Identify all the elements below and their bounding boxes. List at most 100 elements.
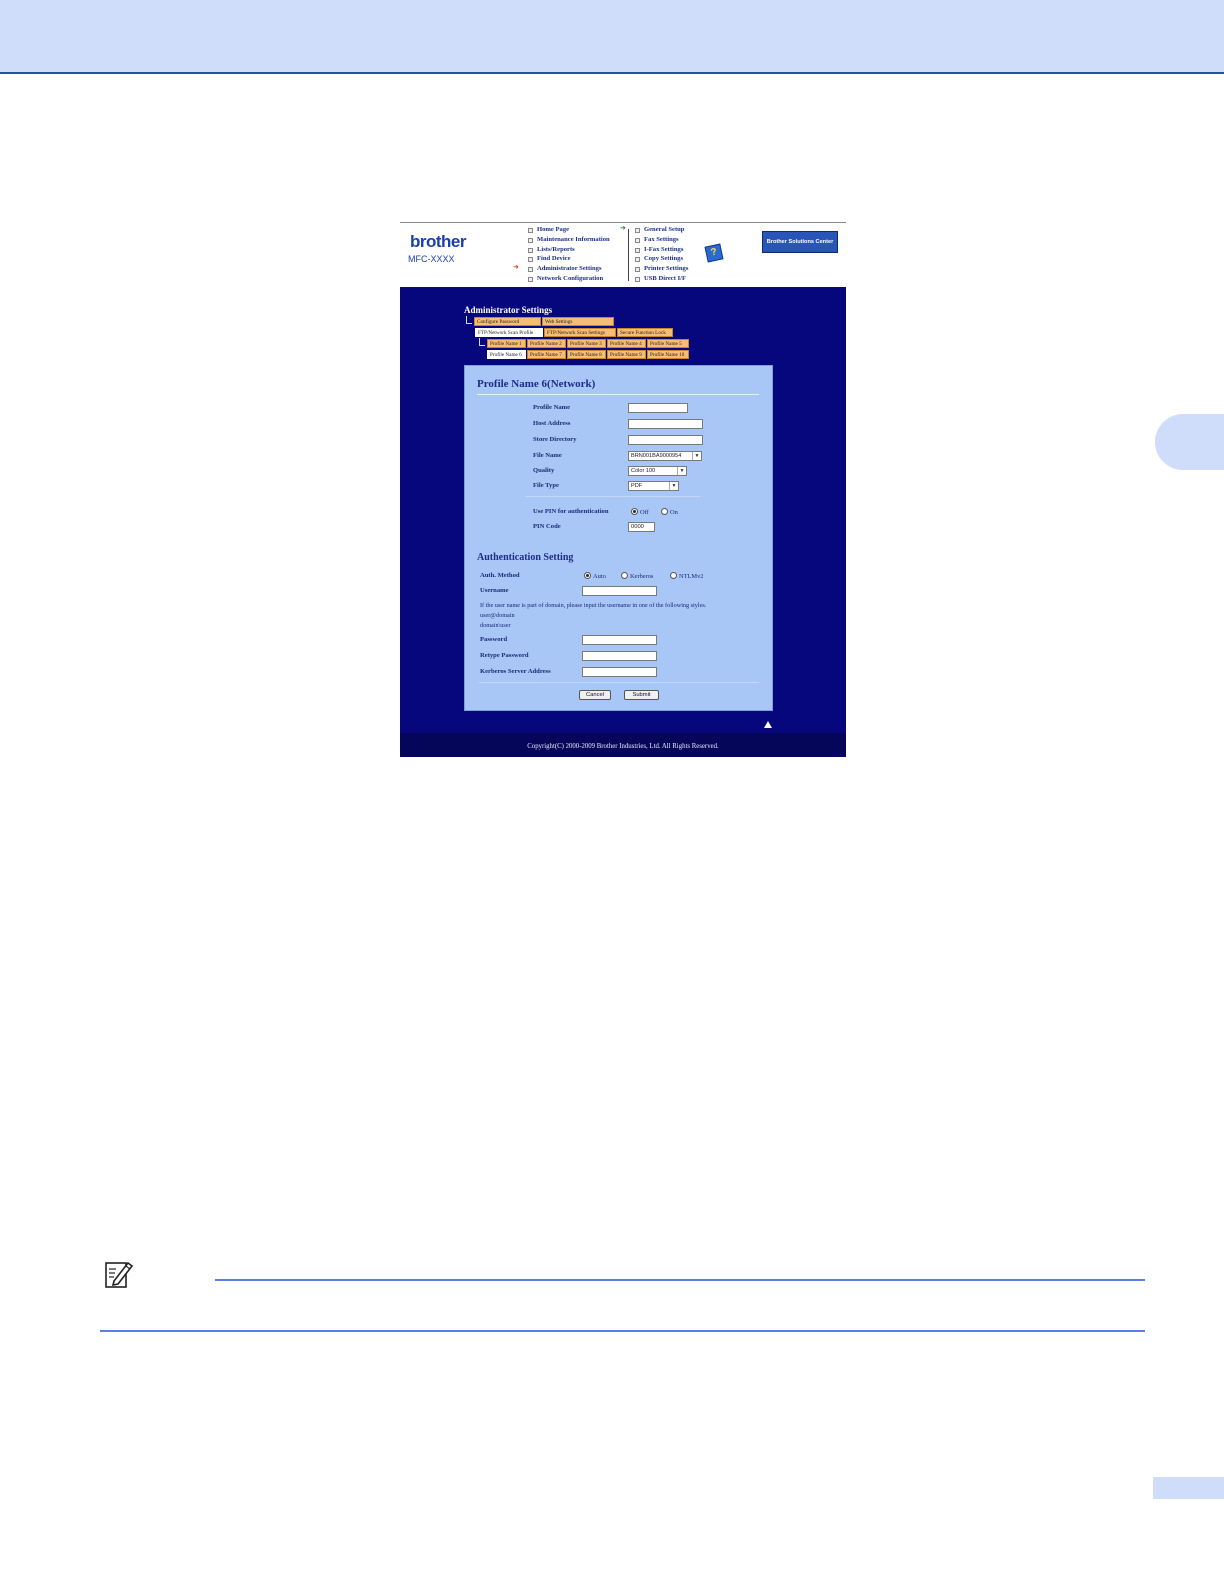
admin-settings-title: Administrator Settings <box>464 305 553 315</box>
nav-lists-reports[interactable]: Lists/Reports <box>528 245 610 255</box>
tab-profile-6[interactable]: Profile Name 6 <box>487 350 526 359</box>
button-divider <box>479 682 759 683</box>
footer: Copyright(C) 2000-2009 Brother Industrie… <box>400 733 846 757</box>
file-name-label: File Name <box>533 452 562 459</box>
solutions-center-button[interactable]: Brother Solutions Center <box>762 231 838 253</box>
store-directory-input[interactable] <box>628 435 703 445</box>
nav-fax-settings[interactable]: Fax Settings <box>635 235 688 245</box>
auth-kerberos-label: Kerberos <box>630 573 654 580</box>
auth-ntlm-radio[interactable]: NTLMv2 <box>670 572 704 580</box>
nav-ifax-settings[interactable]: I-Fax Settings <box>635 245 688 255</box>
password-input[interactable] <box>582 635 657 645</box>
quality-select[interactable]: Color 100 ▼ <box>628 466 687 476</box>
tab-secure-function-lock[interactable]: Secure Function Lock <box>617 328 673 337</box>
auth-kerberos-radio[interactable]: Kerberos <box>621 572 653 580</box>
file-type-label: File Type <box>533 482 559 489</box>
note-bottom-rule <box>100 1330 1145 1332</box>
profile-name-label: Profile Name <box>533 404 571 411</box>
scroll-top-icon[interactable] <box>764 721 772 728</box>
nav-divider <box>628 229 629 281</box>
auth-method-label: Auth. Method <box>480 572 520 579</box>
tab-profile-4[interactable]: Profile Name 4 <box>607 339 646 348</box>
section-arrow-icon: ➜ <box>620 224 626 232</box>
top-band <box>0 0 1224 74</box>
tab-profile-7[interactable]: Profile Name 7 <box>527 350 566 359</box>
copyright-text: Copyright(C) 2000-2009 Brother Industrie… <box>527 743 719 750</box>
username-label: Username <box>480 587 509 594</box>
admin-tabs-row1: Configure Password Web Settings <box>474 317 614 326</box>
pin-code-input[interactable]: 0000 <box>628 522 655 532</box>
chevron-down-icon: ▼ <box>692 452 701 460</box>
nav-administrator-settings[interactable]: Administrator Settings <box>528 264 610 274</box>
submit-button[interactable]: Submit <box>624 690 659 700</box>
chevron-down-icon: ▼ <box>669 482 678 490</box>
username-hint: If the user name is part of domain, plea… <box>480 602 707 609</box>
tree-connector <box>479 338 485 346</box>
kerberos-server-label: Kerberos Server Address <box>480 668 551 675</box>
tab-profile-9[interactable]: Profile Name 9 <box>607 350 646 359</box>
note-pencil-icon <box>105 1261 134 1288</box>
nav-network-configuration[interactable]: Network Configuration <box>528 274 610 284</box>
nav-printer-settings[interactable]: Printer Settings <box>635 264 688 274</box>
host-address-input[interactable] <box>628 419 703 429</box>
tab-web-settings[interactable]: Web Settings <box>542 317 614 326</box>
tab-profile-8[interactable]: Profile Name 8 <box>567 350 606 359</box>
retype-password-label: Retype Password <box>480 652 529 659</box>
tab-profile-3[interactable]: Profile Name 3 <box>567 339 606 348</box>
tab-profile-2[interactable]: Profile Name 2 <box>527 339 566 348</box>
chapter-tab <box>1155 414 1224 470</box>
radio-icon <box>621 572 628 579</box>
radio-selected-icon <box>631 508 638 515</box>
header: brother MFC-XXXX Home Page Maintenance I… <box>400 223 846 287</box>
web-based-management-screenshot: brother MFC-XXXX Home Page Maintenance I… <box>400 222 846 757</box>
tab-ftp-network-scan-settings[interactable]: FTP/Network Scan Settings <box>544 328 616 337</box>
profile-tabs-row1: Profile Name 1 Profile Name 2 Profile Na… <box>487 339 689 348</box>
username-input[interactable] <box>582 586 657 596</box>
retype-password-input[interactable] <box>582 651 657 661</box>
tab-profile-5[interactable]: Profile Name 5 <box>647 339 689 348</box>
auth-auto-label: Auto <box>593 573 606 580</box>
auth-section-title: Authentication Setting <box>477 552 574 563</box>
username-style-1: user@domain <box>480 612 515 619</box>
pin-off-label: Off <box>640 509 649 516</box>
host-address-label: Host Address <box>533 420 571 427</box>
nav-find-device[interactable]: Find Device <box>528 254 610 264</box>
nav-menu-left: Home Page Maintenance Information Lists/… <box>528 225 610 284</box>
current-section-arrow-icon: ➜ <box>513 263 519 271</box>
store-directory-label: Store Directory <box>533 436 577 443</box>
nav-usb-direct[interactable]: USB Direct I/F <box>635 274 688 284</box>
tab-configure-password[interactable]: Configure Password <box>474 317 541 326</box>
title-divider <box>477 394 759 395</box>
profile-form-panel: Profile Name 6(Network) Profile Name Hos… <box>464 365 773 711</box>
pin-off-radio[interactable]: Off <box>631 508 649 516</box>
file-name-value: BRN001BA9000954 <box>631 453 682 459</box>
nav-home-page[interactable]: Home Page <box>528 225 610 235</box>
file-type-select[interactable]: PDF ▼ <box>628 481 679 491</box>
cancel-button[interactable]: Cancel <box>579 690 611 700</box>
nav-maintenance-information[interactable]: Maintenance Information <box>528 235 610 245</box>
nav-general-setup[interactable]: General Setup <box>635 225 688 235</box>
help-icon[interactable]: ? <box>704 243 724 263</box>
radio-icon <box>661 508 668 515</box>
model-name: MFC-XXXX <box>408 254 455 264</box>
pin-on-label: On <box>670 509 678 516</box>
use-pin-label: Use PIN for authentication <box>533 508 609 515</box>
nav-copy-settings[interactable]: Copy Settings <box>635 254 688 264</box>
tab-profile-10[interactable]: Profile Name 10 <box>647 350 689 359</box>
brother-logo: brother <box>410 232 467 251</box>
auth-auto-radio[interactable]: Auto <box>584 572 606 580</box>
profile-name-input[interactable] <box>628 403 688 413</box>
note-top-rule <box>215 1279 1145 1281</box>
pin-on-radio[interactable]: On <box>661 508 678 516</box>
kerberos-server-input[interactable] <box>582 667 657 677</box>
quality-label: Quality <box>533 467 555 474</box>
file-name-select[interactable]: BRN001BA9000954 ▼ <box>628 451 702 461</box>
tab-ftp-network-scan-profile[interactable]: FTP/Network Scan Profile <box>475 328 543 337</box>
section-divider <box>525 496 700 497</box>
password-label: Password <box>480 636 508 643</box>
username-style-2: domain\user <box>480 622 511 629</box>
tab-profile-1[interactable]: Profile Name 1 <box>487 339 526 348</box>
profile-tabs-row2: Profile Name 6 Profile Name 7 Profile Na… <box>487 350 689 359</box>
pin-code-label: PIN Code <box>533 523 561 530</box>
file-type-value: PDF <box>631 483 643 489</box>
